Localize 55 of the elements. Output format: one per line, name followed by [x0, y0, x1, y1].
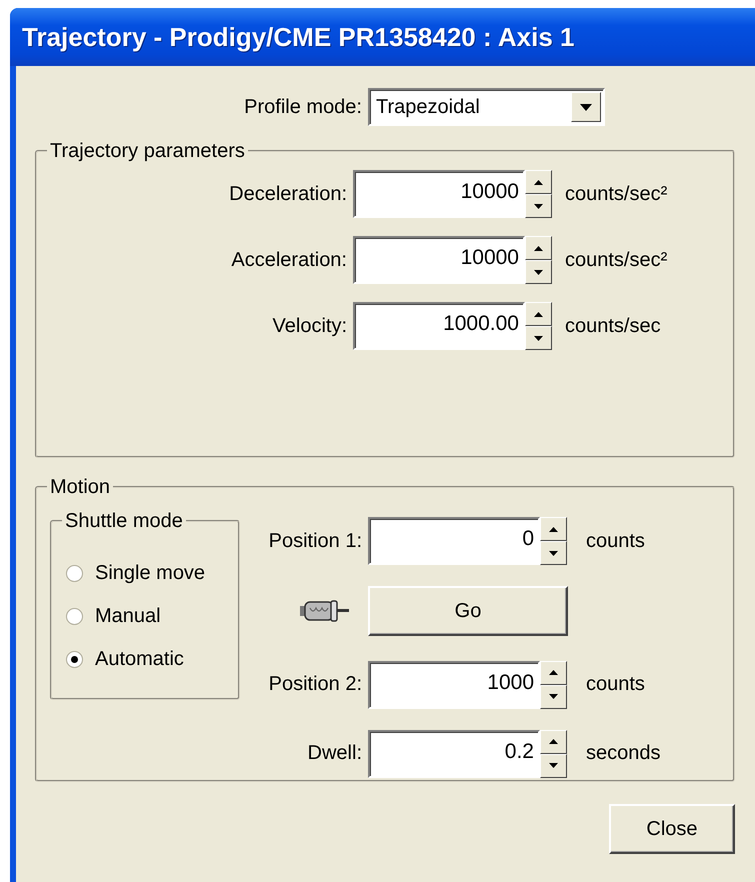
unit-label: counts/sec²: [564, 182, 668, 206]
field-label: Profile mode:: [243, 96, 362, 118]
unit-label: counts/sec: [564, 314, 662, 338]
close-button[interactable]: Close: [609, 804, 735, 854]
down-arrow-icon: [549, 550, 558, 556]
spin-down-button[interactable]: [540, 684, 567, 709]
spin-down-button[interactable]: [540, 541, 567, 566]
unit-label: counts/sec²: [564, 248, 668, 272]
spin-up-button[interactable]: [540, 517, 567, 542]
spin-down-button[interactable]: [540, 754, 567, 778]
field-label: Dwell:: [306, 742, 362, 766]
spin-down-button[interactable]: [525, 194, 552, 218]
field-label: Deceleration:: [228, 182, 347, 206]
radio-label[interactable]: Manual: [95, 605, 161, 628]
down-arrow-icon: [534, 336, 543, 340]
unit-label: counts: [585, 530, 646, 553]
spin-up-button[interactable]: [540, 730, 567, 754]
up-arrow-icon: [549, 670, 558, 676]
number-field[interactable]: 0: [368, 517, 540, 566]
window-title: Trajectory - Prodigy/CME PR1358420 : Axis 1: [22, 22, 574, 52]
up-arrow-icon: [549, 526, 558, 532]
go-button[interactable]: Go: [368, 586, 568, 636]
radio-button[interactable]: [66, 651, 83, 668]
number-field[interactable]: 1000: [368, 660, 540, 709]
spin-up-button[interactable]: [540, 660, 567, 685]
up-arrow-icon: [534, 312, 543, 316]
field-label: Position 1:: [268, 530, 362, 553]
down-arrow-icon: [549, 763, 558, 768]
field-label: Position 2:: [268, 673, 362, 696]
number-field[interactable]: 0.2: [368, 730, 540, 778]
up-arrow-icon: [534, 180, 543, 184]
profile-mode-dropdown[interactable]: Trapezoidal: [368, 88, 605, 126]
spin-up-button[interactable]: [525, 170, 552, 194]
field-label: Acceleration:: [230, 248, 347, 272]
motor-icon: [300, 599, 350, 624]
unit-label: seconds: [585, 742, 660, 766]
radio-button[interactable]: [66, 608, 83, 625]
unit-label: counts: [585, 673, 646, 696]
field-label: Velocity:: [272, 314, 347, 338]
up-arrow-icon: [549, 739, 558, 744]
radio-label[interactable]: Automatic: [95, 648, 184, 671]
spin-down-button[interactable]: [525, 260, 552, 284]
down-arrow-icon: [549, 694, 558, 700]
spin-up-button[interactable]: [525, 236, 552, 260]
radio-label[interactable]: Single move: [95, 562, 206, 585]
spin-down-button[interactable]: [525, 326, 552, 350]
up-arrow-icon: [534, 246, 543, 250]
number-field[interactable]: 10000: [353, 170, 525, 218]
down-arrow-icon: [534, 270, 543, 274]
number-field[interactable]: 1000.00: [353, 302, 525, 350]
dropdown-arrow-icon: [580, 104, 592, 110]
radio-button[interactable]: [66, 565, 83, 582]
number-field[interactable]: 10000: [353, 236, 525, 284]
spin-up-button[interactable]: [525, 302, 552, 326]
down-arrow-icon: [534, 204, 543, 208]
